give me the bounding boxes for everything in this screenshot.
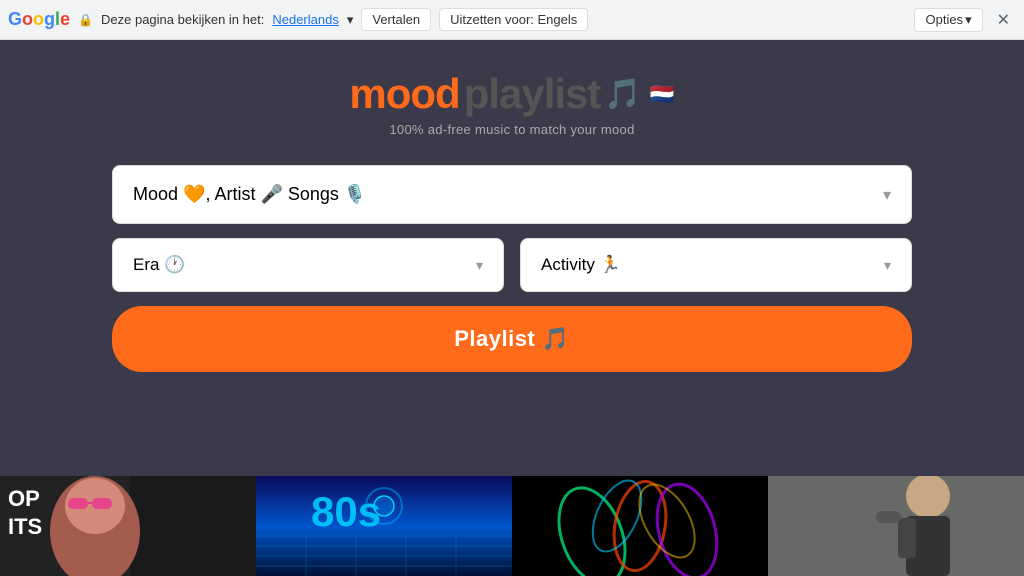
flag-icon: 🇳🇱 (650, 82, 675, 107)
playlist-button[interactable]: Playlist 🎵 (112, 306, 912, 372)
logo-row: mood playlist 🎵 🇳🇱 (349, 70, 674, 118)
card-3[interactable] (512, 476, 768, 576)
card-1[interactable]: OP ITS (0, 476, 256, 576)
card-2[interactable]: 80s (256, 476, 512, 576)
cards-row: OP ITS (0, 476, 1024, 576)
close-button[interactable]: ✕ (991, 8, 1016, 32)
svg-text:ITS: ITS (8, 514, 42, 539)
search-area: Mood 🧡, Artist 🎤 Songs 🎙️ ▾ Era 🕐 ▾ Acti… (112, 165, 912, 372)
activity-dropdown[interactable]: Activity 🏃 ▾ (520, 238, 912, 292)
language-link[interactable]: Nederlands (272, 12, 339, 27)
card-4[interactable] (768, 476, 1024, 576)
lock-icon: 🔒 (78, 13, 93, 27)
translation-prefix: Deze pagina bekijken in het: (101, 12, 264, 27)
logo-playlist: playlist (464, 70, 601, 118)
era-dropdown-arrow: ▾ (476, 257, 483, 274)
activity-label: Activity 🏃 (541, 255, 621, 275)
logo-music-icon: 🎵 (604, 77, 641, 112)
main-content: mood playlist 🎵 🇳🇱 100% ad-free music to… (0, 40, 1024, 576)
era-dropdown[interactable]: Era 🕐 ▾ (112, 238, 504, 292)
logo-area: mood playlist 🎵 🇳🇱 100% ad-free music to… (349, 70, 674, 137)
main-dropdown-arrow: ▾ (883, 185, 891, 205)
activity-dropdown-arrow: ▾ (884, 257, 891, 274)
options-button[interactable]: Opties ▾ (914, 8, 982, 32)
mood-artist-songs-label: Mood 🧡, Artist 🎤 Songs 🎙️ (133, 184, 366, 205)
logo-tagline: 100% ad-free music to match your mood (389, 122, 634, 137)
turnoff-button[interactable]: Uitzetten voor: Engels (439, 8, 588, 31)
lang-dropdown-arrow: ▾ (347, 12, 354, 28)
google-logo: Google (8, 9, 70, 30)
mood-artist-songs-dropdown[interactable]: Mood 🧡, Artist 🎤 Songs 🎙️ ▾ (112, 165, 912, 224)
translate-button[interactable]: Vertalen (361, 8, 431, 31)
svg-text:OP: OP (8, 486, 40, 511)
sub-dropdowns: Era 🕐 ▾ Activity 🏃 ▾ (112, 238, 912, 292)
browser-bar: Google 🔒 Deze pagina bekijken in het: Ne… (0, 0, 1024, 40)
era-label: Era 🕐 (133, 255, 185, 275)
logo-mood: mood (349, 70, 459, 118)
